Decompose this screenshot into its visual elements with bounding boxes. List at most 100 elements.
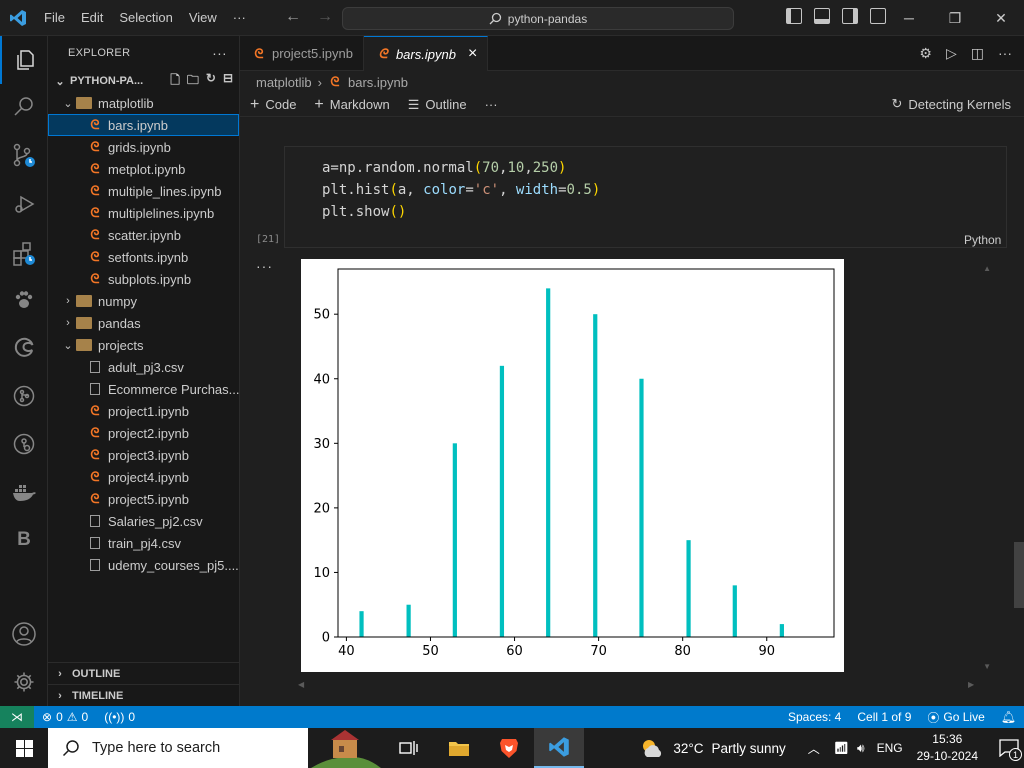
tree-file[interactable]: ᘓ multiple_lines.ipynb <box>48 180 239 202</box>
tree-file[interactable]: ᘓ project3.ipynb <box>48 444 239 466</box>
tree-file[interactable]: adult_pj3.csv <box>48 356 239 378</box>
vscode-logo-icon[interactable] <box>0 0 36 36</box>
notifications-bell-icon[interactable]: 🔔︎ <box>993 710 1024 724</box>
tree-file[interactable]: Ecommerce Purchas... <box>48 378 239 400</box>
toggle-panel-icon[interactable] <box>814 8 830 24</box>
tab-project5[interactable]: ᘓ project5.ipynb <box>240 36 364 71</box>
run-all-icon[interactable]: ▷ <box>946 45 957 62</box>
volume-icon[interactable]: 🔊︎ <box>857 741 865 756</box>
code-cell[interactable]: a=np.random.normal(70,10,250) plt.hist(a,… <box>284 146 1007 248</box>
kernel-picker[interactable]: ↻ Detecting Kernels <box>891 96 1011 112</box>
taskbar-search-box[interactable]: Type here to search <box>48 728 308 768</box>
tree-file[interactable]: ᘓ metplot.ipynb <box>48 158 239 180</box>
scroll-left-arrow-icon[interactable]: ◀ <box>298 680 304 689</box>
collapse-all-icon[interactable]: ⊟ <box>223 71 233 92</box>
vertical-scrollbar[interactable] <box>1014 542 1024 608</box>
tree-folder[interactable]: ⌄ matplotlib <box>48 92 239 114</box>
menu-view[interactable]: View <box>181 0 225 36</box>
brave-browser-icon[interactable] <box>484 728 534 768</box>
tree-file[interactable]: ᘓ scatter.ipynb <box>48 224 239 246</box>
refresh-icon[interactable]: ↻ <box>206 71 216 92</box>
go-live-button[interactable]: ⦿ Go Live <box>919 709 992 726</box>
tree-file[interactable]: ᘓ setfonts.ipynb <box>48 246 239 268</box>
timeline-section[interactable]: › TIMELINE <box>48 684 239 706</box>
search-highlight-image[interactable] <box>308 728 384 768</box>
back-arrow-icon[interactable]: ← <box>285 8 301 26</box>
breadcrumb-file[interactable]: bars.ipynb <box>348 75 408 90</box>
menu-edit[interactable]: Edit <box>73 0 111 36</box>
file-explorer-icon[interactable] <box>434 728 484 768</box>
weather-widget[interactable]: 32°C Partly sunny <box>639 737 786 759</box>
notebook-settings-icon[interactable]: ⚙ <box>919 45 932 62</box>
menu-more[interactable]: ··· <box>225 0 254 36</box>
command-center-search[interactable]: python-pandas <box>342 7 734 30</box>
vscode-taskbar-icon[interactable] <box>534 728 584 768</box>
output-more-button[interactable]: ··· <box>256 258 273 274</box>
tree-file[interactable]: ᘓ subplots.ipynb <box>48 268 239 290</box>
accounts-icon[interactable] <box>0 610 48 658</box>
remote-explorer-icon[interactable] <box>0 420 48 468</box>
outline-button[interactable]: ☰ Outline <box>408 97 467 113</box>
ports-indicator[interactable]: ((•)) 0 <box>96 710 143 724</box>
tree-folder[interactable]: › numpy <box>48 290 239 312</box>
language-indicator[interactable]: ENG <box>877 741 903 755</box>
tree-file[interactable]: ᘓ project1.ipynb <box>48 400 239 422</box>
minimize-button[interactable]: ─ <box>886 0 932 36</box>
tree-file[interactable]: ᘓ multiplelines.ipynb <box>48 202 239 224</box>
wifi-icon[interactable]: 📶︎ <box>834 741 849 755</box>
scroll-down-arrow-icon[interactable]: ▼ <box>983 662 991 671</box>
toggle-primary-sidebar-icon[interactable] <box>786 8 802 24</box>
remote-indicator[interactable]: ⋊ <box>0 706 34 728</box>
tree-file[interactable]: train_pj4.csv <box>48 532 239 554</box>
clock[interactable]: 15:36 29-10-2024 <box>917 731 978 765</box>
workspace-root[interactable]: ⌄ PYTHON-PA... 🗋 🗀 ↻ ⊟ <box>48 70 239 92</box>
new-file-icon[interactable]: 🗋 <box>170 71 180 92</box>
breadcrumb-folder[interactable]: matplotlib <box>256 75 312 90</box>
tree-folder[interactable]: ⌄ projects <box>48 334 239 356</box>
add-markdown-cell-button[interactable]: + Markdown <box>314 96 389 114</box>
outline-section[interactable]: › OUTLINE <box>48 662 239 684</box>
close-window-button[interactable]: ✕ <box>978 0 1024 36</box>
indentation-indicator[interactable]: Spaces: 4 <box>780 710 849 724</box>
search-view-icon[interactable] <box>0 82 48 130</box>
code-editor[interactable]: a=np.random.normal(70,10,250) plt.hist(a,… <box>322 157 600 223</box>
docker-icon[interactable] <box>0 468 48 516</box>
gitlens-icon[interactable] <box>0 372 48 420</box>
settings-gear-icon[interactable] <box>0 658 48 706</box>
tab-bars[interactable]: ᘓ bars.ipynb × <box>363 36 489 71</box>
cell-language[interactable]: Python <box>964 233 1001 247</box>
tree-file[interactable]: Salaries_pj2.csv <box>48 510 239 532</box>
toggle-secondary-sidebar-icon[interactable] <box>842 8 858 24</box>
tree-file[interactable]: ᘓ project4.ipynb <box>48 466 239 488</box>
scroll-up-arrow-icon[interactable]: ▲ <box>983 264 991 273</box>
tree-file[interactable]: ᘓ grids.ipynb <box>48 136 239 158</box>
new-folder-icon[interactable]: 🗀 <box>187 71 199 92</box>
run-debug-icon[interactable] <box>0 180 48 228</box>
tree-file[interactable]: ᘓ bars.ipynb <box>48 114 239 136</box>
editor-more-icon[interactable]: ··· <box>998 45 1012 62</box>
show-hidden-icons-icon[interactable]: ︿ <box>808 740 820 757</box>
tree-file[interactable]: ᘓ project2.ipynb <box>48 422 239 444</box>
extensions-icon[interactable] <box>0 230 48 278</box>
scroll-right-arrow-icon[interactable]: ▶ <box>968 680 974 689</box>
tree-file[interactable]: udemy_courses_pj5.... <box>48 554 239 576</box>
start-button[interactable] <box>0 728 48 768</box>
tab-close-icon[interactable]: × <box>468 45 477 63</box>
split-editor-icon[interactable]: ◫ <box>971 45 984 62</box>
menu-file[interactable]: File <box>36 0 73 36</box>
add-code-cell-button[interactable]: + Code <box>250 96 296 114</box>
notification-center-icon[interactable]: 1 <box>994 728 1024 768</box>
tree-folder[interactable]: › pandas <box>48 312 239 334</box>
b-extension-icon[interactable]: B <box>0 516 48 564</box>
toolbar-more-button[interactable]: ··· <box>485 97 498 112</box>
cell-indicator[interactable]: Cell 1 of 9 <box>849 710 919 724</box>
problems-indicator[interactable]: ⊗ 0 ⚠ 0 <box>34 710 96 724</box>
paw-extension-icon[interactable] <box>0 276 48 324</box>
source-control-icon[interactable] <box>0 132 48 180</box>
edge-browser-icon[interactable] <box>0 324 48 372</box>
explorer-icon[interactable] <box>0 36 48 84</box>
restore-button[interactable]: ❐ <box>932 0 978 36</box>
tree-file[interactable]: ᘓ project5.ipynb <box>48 488 239 510</box>
forward-arrow-icon[interactable]: → <box>317 8 333 26</box>
menu-selection[interactable]: Selection <box>111 0 180 36</box>
